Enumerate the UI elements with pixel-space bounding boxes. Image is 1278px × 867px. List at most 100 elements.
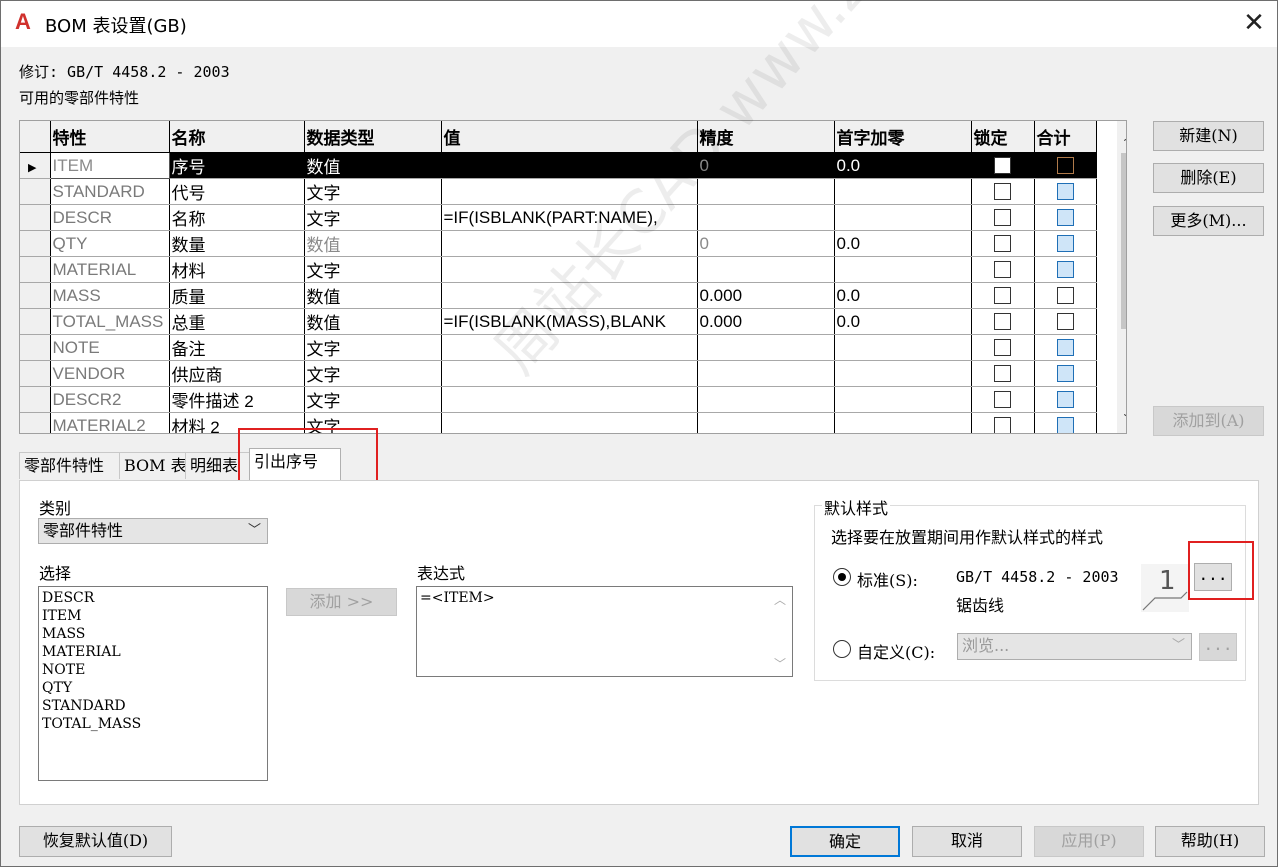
scroll-down-icon[interactable]: ﹀ (1117, 411, 1127, 431)
list-item[interactable]: QTY (39, 679, 267, 697)
precision-cell[interactable] (697, 334, 835, 361)
precision-cell[interactable] (697, 386, 835, 413)
sum-checkbox[interactable] (1056, 183, 1074, 200)
leading-zero-cell[interactable] (834, 256, 972, 283)
table-row[interactable]: MATERIAL2 材料 2 文字 (20, 412, 1097, 433)
property-cell[interactable]: DESCR2 (50, 386, 170, 413)
value-cell[interactable] (441, 386, 698, 413)
lock-cell[interactable] (971, 230, 1035, 257)
standard-radio[interactable] (833, 568, 851, 586)
name-cell[interactable]: 数量 (169, 230, 305, 257)
leading-zero-cell[interactable] (834, 412, 972, 433)
list-item[interactable]: STANDARD (39, 697, 267, 715)
value-cell[interactable] (441, 230, 698, 257)
sum-checkbox[interactable] (1056, 313, 1074, 330)
sum-cell[interactable] (1034, 256, 1097, 283)
lock-checkbox[interactable] (994, 183, 1011, 200)
grid-vertical-scrollbar[interactable]: ︿ ﹀ (1117, 121, 1127, 433)
value-cell[interactable] (441, 152, 698, 179)
value-cell[interactable] (441, 334, 698, 361)
sum-cell[interactable] (1034, 178, 1097, 205)
column-header-datatype[interactable]: 数据类型 (304, 121, 442, 153)
list-item[interactable]: DESCR (39, 589, 267, 607)
lock-checkbox[interactable] (994, 339, 1011, 356)
add-expression-button[interactable]: 添加 >> (286, 588, 397, 616)
table-row[interactable]: QTY 数量 数值 0 0.0 (20, 230, 1097, 257)
apply-button[interactable]: 应用(P) (1034, 826, 1144, 857)
name-cell[interactable]: 材料 (169, 256, 305, 283)
table-row[interactable]: VENDOR 供应商 文字 (20, 360, 1097, 387)
column-header-name[interactable]: 名称 (169, 121, 305, 153)
sum-cell[interactable] (1034, 230, 1097, 257)
scrollbar-thumb[interactable] (1121, 153, 1126, 329)
lock-cell[interactable] (971, 412, 1035, 433)
property-cell[interactable]: MATERIAL2 (50, 412, 170, 433)
row-selector[interactable] (20, 386, 51, 413)
property-cell[interactable]: TOTAL_MASS (50, 308, 170, 335)
value-cell[interactable] (441, 282, 698, 309)
sum-cell[interactable] (1034, 386, 1097, 413)
leading-zero-cell[interactable] (834, 360, 972, 387)
lock-cell[interactable] (971, 178, 1035, 205)
row-selector[interactable] (20, 308, 51, 335)
lock-checkbox[interactable] (994, 391, 1011, 408)
list-item[interactable]: MATERIAL (39, 643, 267, 661)
name-cell[interactable]: 序号 (169, 152, 305, 179)
sum-checkbox[interactable] (1056, 287, 1074, 304)
cancel-button[interactable]: 取消 (912, 826, 1022, 857)
row-selector[interactable] (20, 360, 51, 387)
value-cell[interactable]: =IF(ISBLANK(MASS),BLANK (441, 308, 698, 335)
datatype-cell[interactable]: 数值 (304, 308, 442, 335)
name-cell[interactable]: 供应商 (169, 360, 305, 387)
property-cell[interactable]: ITEM (49, 152, 170, 179)
row-selector[interactable] (20, 412, 51, 433)
leading-zero-cell[interactable] (834, 386, 972, 413)
row-selector[interactable] (20, 256, 51, 283)
lock-cell[interactable] (971, 334, 1035, 361)
name-cell[interactable]: 备注 (169, 334, 305, 361)
sum-checkbox[interactable] (1056, 417, 1074, 433)
lock-checkbox[interactable] (994, 287, 1011, 304)
row-selector[interactable] (20, 178, 51, 205)
datatype-cell[interactable]: 文字 (304, 256, 442, 283)
lock-cell[interactable] (971, 204, 1035, 231)
lock-cell[interactable] (971, 152, 1035, 179)
lock-checkbox[interactable] (994, 261, 1011, 278)
table-row[interactable]: TOTAL_MASS 总重 数值 =IF(ISBLANK(MASS),BLANK 0.0… (20, 308, 1097, 335)
column-header-leading-zero[interactable]: 首字加零 (834, 121, 972, 153)
delete-button[interactable]: 删除(E) (1153, 163, 1264, 193)
sum-cell[interactable] (1034, 308, 1097, 335)
lock-checkbox[interactable] (994, 235, 1011, 252)
property-cell[interactable]: STANDARD (50, 178, 170, 205)
list-item[interactable]: TOTAL_MASS (39, 715, 267, 733)
datatype-cell[interactable]: 文字 (304, 360, 442, 387)
lock-checkbox[interactable] (994, 157, 1011, 174)
help-button[interactable]: 帮助(H) (1155, 826, 1265, 857)
lock-checkbox[interactable] (994, 417, 1011, 433)
property-cell[interactable]: VENDOR (50, 360, 170, 387)
list-item[interactable]: ITEM (39, 607, 267, 625)
name-cell[interactable]: 零件描述 2 (169, 386, 305, 413)
sum-cell[interactable] (1034, 282, 1097, 309)
lock-cell[interactable] (971, 308, 1035, 335)
scroll-up-icon[interactable]: ︿ (1117, 125, 1127, 145)
new-button[interactable]: 新建(N) (1153, 121, 1264, 151)
sum-checkbox[interactable] (1056, 261, 1074, 278)
datatype-cell[interactable]: 文字 (304, 204, 442, 231)
datatype-cell[interactable]: 文字 (304, 178, 442, 205)
lock-cell[interactable] (971, 282, 1035, 309)
leading-zero-cell[interactable] (834, 178, 972, 205)
precision-cell[interactable] (697, 360, 835, 387)
table-row[interactable]: MASS 质量 数值 0.000 0.0 (20, 282, 1097, 309)
sum-cell[interactable] (1034, 412, 1097, 433)
sum-checkbox[interactable] (1056, 339, 1074, 356)
name-cell[interactable]: 名称 (169, 204, 305, 231)
custom-style-dropdown[interactable]: 浏览... ﹀ (957, 633, 1192, 660)
leading-zero-cell[interactable] (834, 334, 972, 361)
custom-radio[interactable] (833, 640, 851, 658)
precision-cell[interactable]: 0.000 (697, 308, 835, 335)
value-cell[interactable] (441, 256, 698, 283)
table-row[interactable]: NOTE 备注 文字 (20, 334, 1097, 361)
table-row[interactable]: DESCR2 零件描述 2 文字 (20, 386, 1097, 413)
leading-zero-cell[interactable]: 0.0 (834, 282, 972, 309)
